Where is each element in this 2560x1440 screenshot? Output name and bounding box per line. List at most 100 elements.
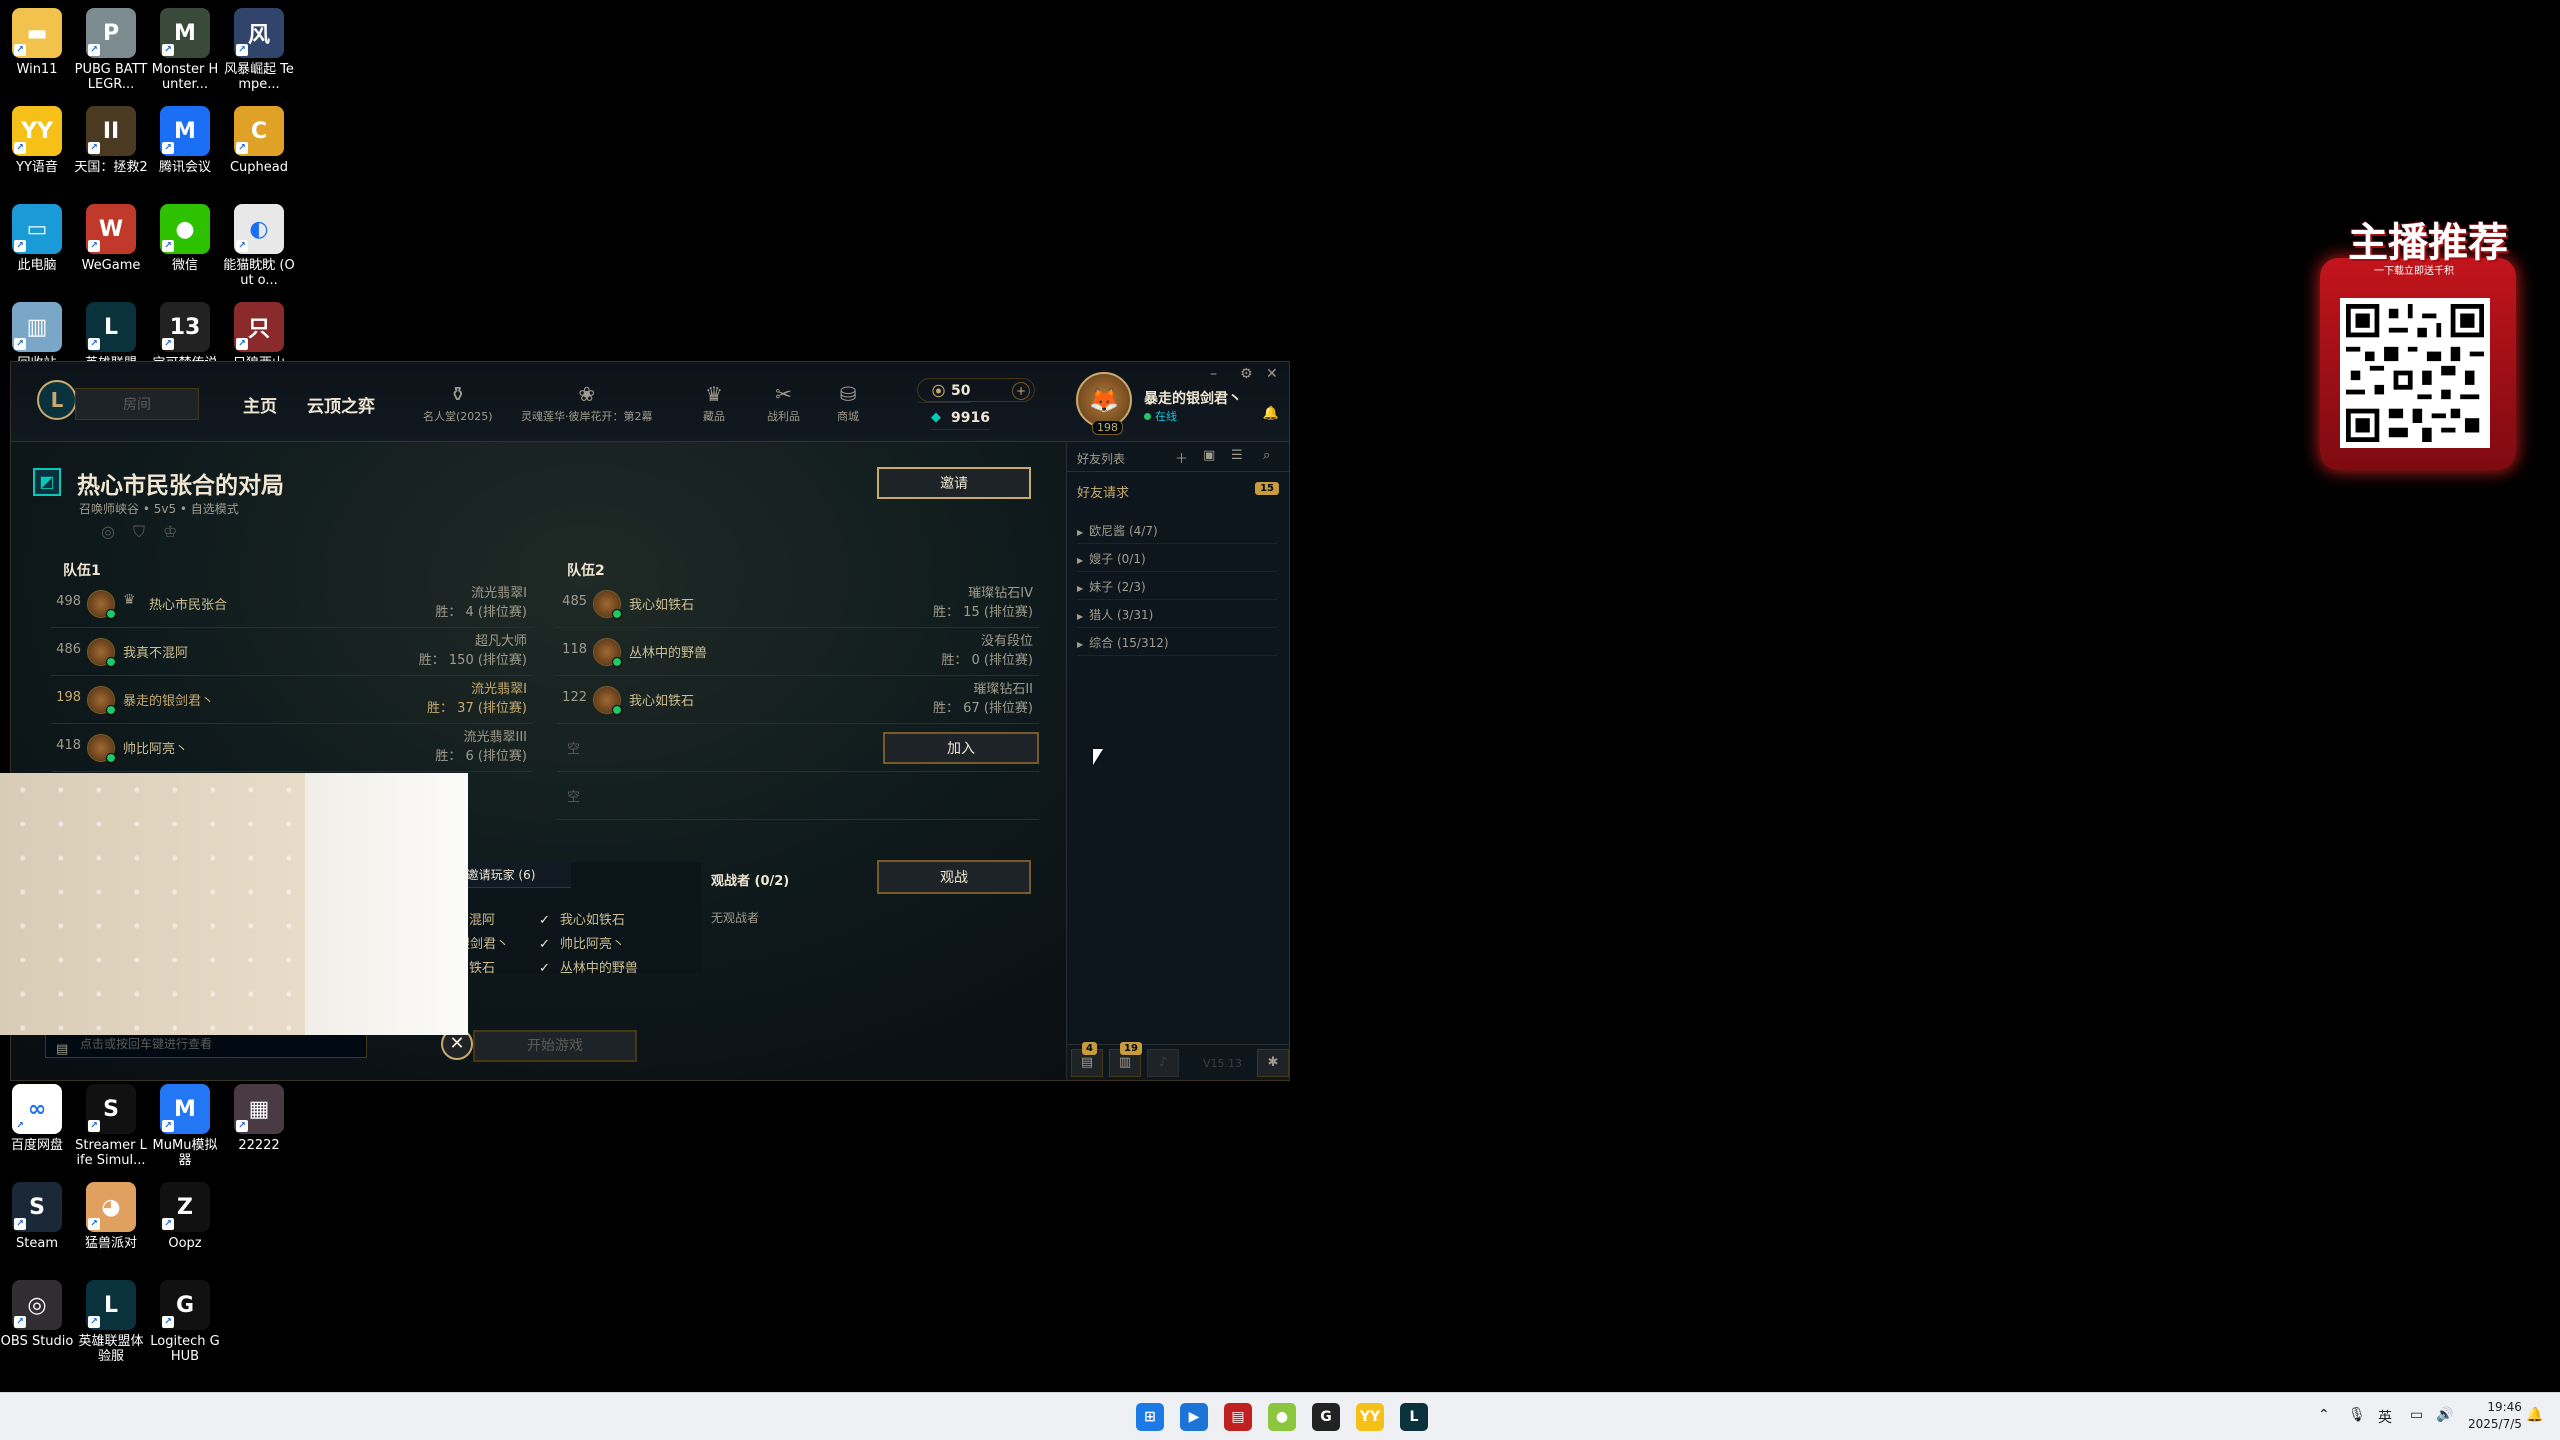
- expand-triangle-icon: ▶: [1077, 528, 1084, 537]
- player-name[interactable]: 暴走的银剑君丶: [123, 690, 214, 709]
- desktop-icon[interactable]: ● ↗ 微信: [148, 204, 222, 273]
- nav-store[interactable]: ⛁ 商城: [837, 382, 859, 424]
- desktop-icon[interactable]: Z ↗ Oopz: [148, 1182, 222, 1251]
- player-avatar[interactable]: [87, 638, 116, 667]
- rp-box[interactable]: ⦿ 50 +: [917, 378, 1035, 403]
- nav-loot[interactable]: ✂ 战利品: [767, 382, 800, 424]
- player-name[interactable]: 热心市民张合: [149, 594, 227, 613]
- desktop-icon[interactable]: ∞ ↗ 百度网盘: [0, 1084, 74, 1153]
- player-name[interactable]: 我心如铁石: [629, 690, 694, 709]
- tray-chevron-icon[interactable]: ⌃: [2318, 1407, 2330, 1423]
- nav-collection[interactable]: ♛ 藏品: [703, 382, 725, 424]
- desktop-icon[interactable]: S ↗ Streamer Life Simul...: [74, 1084, 148, 1168]
- lobby-crown-icon[interactable]: ♔: [163, 522, 177, 542]
- desktop-icon[interactable]: M ↗ Monster Hunter...: [148, 8, 222, 92]
- add-friend-icon[interactable]: ＋: [1175, 448, 1188, 467]
- desktop-icon[interactable]: P ↗ PUBG BATTLEGR...: [74, 8, 148, 92]
- app-news-icon[interactable]: ▤: [1224, 1403, 1252, 1431]
- nav-home[interactable]: 主页: [243, 392, 277, 417]
- team-player-row[interactable]: 418 帅比阿亮丶 流光翡翠III 胜： 6 (排位赛): [51, 724, 533, 772]
- collection-icon: ♛: [705, 382, 723, 406]
- player-name[interactable]: 丛林中的野兽: [629, 642, 707, 661]
- add-folder-icon[interactable]: ▣: [1203, 448, 1215, 463]
- desktop-icon[interactable]: M ↗ MuMu模拟器: [148, 1084, 222, 1168]
- friend-group[interactable]: ▶ 嫂子 (0/1): [1077, 546, 1277, 572]
- desktop-icon[interactable]: M ↗ 腾讯会议: [148, 106, 222, 175]
- desktop-icon[interactable]: ▭ ↗ 此电脑: [0, 204, 74, 273]
- invite-button[interactable]: 邀请: [877, 467, 1031, 499]
- close-icon[interactable]: ✕: [1266, 366, 1278, 382]
- app-bird-icon[interactable]: ▶: [1180, 1403, 1208, 1431]
- desktop-icon[interactable]: YY ↗ YY语音: [0, 106, 74, 175]
- list-view-icon[interactable]: ☰: [1231, 448, 1243, 463]
- desktop-icon[interactable]: ▬ ↗ Win11: [0, 8, 74, 77]
- league-logo-icon[interactable]: L: [37, 380, 77, 420]
- join-team2-button[interactable]: 加入: [883, 732, 1039, 764]
- desktop-icon[interactable]: II ↗ 天国：拯救2: [74, 106, 148, 175]
- player-avatar[interactable]: [593, 686, 622, 715]
- player-avatar[interactable]: [87, 686, 116, 715]
- app-lol-icon[interactable]: L: [1400, 1403, 1428, 1431]
- team-player-row[interactable]: 122 我心如铁石 璀璨钻石II 胜： 67 (排位赛): [557, 676, 1039, 724]
- desktop-icon[interactable]: ▦ ↗ 22222: [222, 1084, 296, 1153]
- team-player-row[interactable]: 486 我真不混阿 超凡大师 胜： 150 (排位赛): [51, 628, 533, 676]
- desktop-icon[interactable]: ◕ ↗ 猛兽派对: [74, 1182, 148, 1251]
- app-icon: ▦ ↗: [234, 1084, 284, 1134]
- nav-event[interactable]: ❀ 灵魂莲华·彼岸花开：第2幕: [521, 382, 653, 424]
- player-avatar[interactable]: [593, 638, 622, 667]
- spectate-button[interactable]: 观战: [877, 860, 1031, 894]
- tray-ime[interactable]: 英: [2378, 1407, 2392, 1427]
- desktop-icon[interactable]: L ↗ 英雄联盟体验服: [74, 1280, 148, 1364]
- desktop-icon[interactable]: W ↗ WeGame: [74, 204, 148, 273]
- desktop-icon[interactable]: 风 ↗ 风暴崛起 Tempe...: [222, 8, 296, 92]
- chat-toggle-button[interactable]: ▤ 4: [1071, 1042, 1103, 1077]
- search-icon[interactable]: ⌕: [1263, 448, 1270, 463]
- player-avatar[interactable]: [593, 590, 622, 619]
- friend-group[interactable]: ▶ 猎人 (3/31): [1077, 602, 1277, 628]
- tray-volume-icon[interactable]: 🔊: [2436, 1407, 2453, 1423]
- friend-group[interactable]: ▶ 欧尼酱 (4/7): [1077, 518, 1277, 544]
- player-name[interactable]: 帅比阿亮丶: [123, 738, 188, 757]
- team-player-row[interactable]: 118 丛林中的野兽 没有段位 胜： 0 (排位赛): [557, 628, 1039, 676]
- lobby-option-icon[interactable]: ◎: [101, 522, 115, 542]
- desktop-icon[interactable]: G ↗ Logitech G HUB: [148, 1280, 222, 1364]
- player-avatar[interactable]: [87, 590, 116, 619]
- app-yy-icon[interactable]: YY: [1356, 1403, 1384, 1431]
- summoner-status[interactable]: 在线: [1144, 408, 1177, 424]
- friend-requests-label[interactable]: 好友请求: [1077, 482, 1129, 501]
- lobby-shield-icon[interactable]: ⛉: [133, 522, 145, 542]
- room-button[interactable]: 房间: [75, 388, 199, 420]
- player-name[interactable]: 我真不混阿: [123, 642, 188, 661]
- mission-bug-icon[interactable]: ✱: [1257, 1049, 1289, 1077]
- nav-hall-of-fame[interactable]: ⚱ 名人堂(2025): [423, 382, 493, 424]
- taskbar-clock[interactable]: 19:46 2025/7/5: [2468, 1399, 2522, 1433]
- notifications-button[interactable]: ▥ 19: [1109, 1042, 1142, 1077]
- nav-tft[interactable]: 云顶之弈: [307, 392, 375, 417]
- start-button-icon[interactable]: ⊞: [1136, 1403, 1164, 1431]
- buy-rp-button[interactable]: +: [1012, 382, 1030, 400]
- friend-group[interactable]: ▶ 综合 (15/312): [1077, 630, 1277, 656]
- app-icon: M ↗: [160, 106, 210, 156]
- team-player-row[interactable]: 498 ♛ 热心市民张合 流光翡翠I 胜： 4 (排位赛): [51, 580, 533, 628]
- desktop-icon[interactable]: ◎ ↗ OBS Studio: [0, 1280, 74, 1349]
- app-g-icon[interactable]: G: [1312, 1403, 1340, 1431]
- tray-mic-icon[interactable]: 🎙: [2348, 1407, 2366, 1423]
- team-player-row[interactable]: 198 暴走的银剑君丶 流光翡翠I 胜： 37 (排位赛): [51, 676, 533, 724]
- notification-bell-icon[interactable]: 🔔: [1263, 406, 1279, 421]
- notification-center-icon[interactable]: 🔔: [2526, 1407, 2543, 1423]
- summoner-name[interactable]: 暴走的银剑君丶: [1144, 388, 1242, 408]
- desktop-icon[interactable]: C ↗ Cuphead: [222, 106, 296, 175]
- desktop-icon-label: 百度网盘: [10, 1138, 63, 1153]
- settings-gear-icon[interactable]: ⚙: [1240, 366, 1253, 382]
- voice-mic-icon[interactable]: ♪: [1147, 1049, 1179, 1077]
- desktop-icon[interactable]: S ↗ Steam: [0, 1182, 74, 1251]
- tray-network-icon[interactable]: ▭: [2410, 1407, 2423, 1423]
- minimize-icon[interactable]: –: [1210, 366, 1217, 382]
- player-name[interactable]: 我心如铁石: [629, 594, 694, 613]
- player-avatar[interactable]: [87, 734, 116, 763]
- team-player-row[interactable]: 485 我心如铁石 璀璨钻石IV 胜： 15 (排位赛): [557, 580, 1039, 628]
- start-game-button[interactable]: 开始游戏: [473, 1030, 637, 1062]
- app-green-icon[interactable]: ●: [1268, 1403, 1296, 1431]
- friend-group[interactable]: ▶ 妹子 (2/3): [1077, 574, 1277, 600]
- desktop-icon[interactable]: ◐ ↗ 能猫眈眈 (Out o...: [222, 204, 296, 288]
